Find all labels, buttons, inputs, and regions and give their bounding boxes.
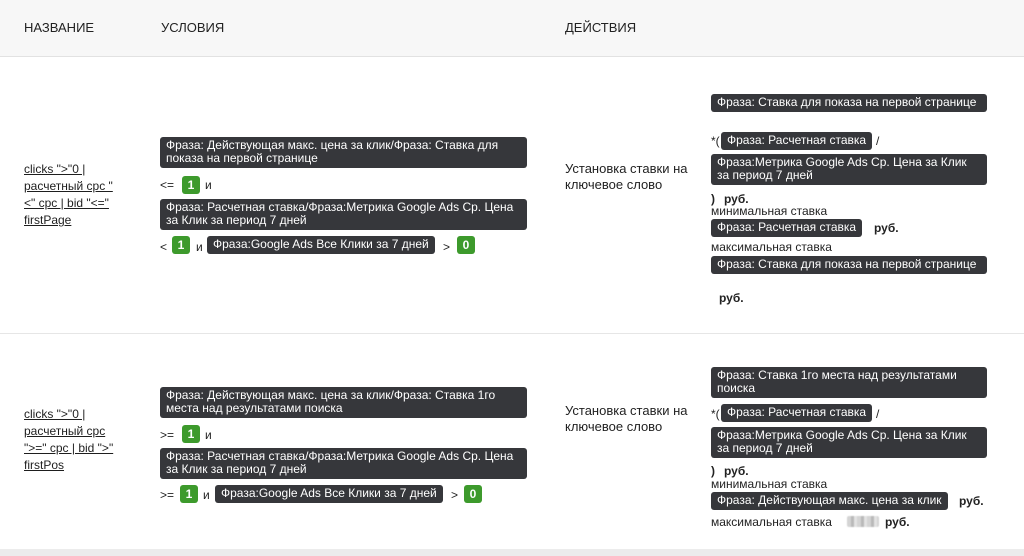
formula-base-chip: Фраза: Ставка для показа на первой стран…	[711, 94, 987, 112]
condition-and: и	[205, 178, 212, 192]
condition-metric-chip: Фраза:Google Ads Все Клики за 7 дней	[215, 485, 443, 503]
table-header: НАЗВАНИЕ УСЛОВИЯ ДЕЙСТВИЯ	[0, 0, 1024, 57]
condition-value: 1	[180, 485, 198, 503]
column-header-actions: ДЕЙСТВИЯ	[565, 20, 637, 35]
min-bid-chip: Фраза: Расчетная ставка	[711, 219, 863, 237]
formula-currency: руб.	[724, 464, 749, 478]
condition-value: 0	[464, 485, 482, 503]
condition-operator: <=	[160, 178, 175, 192]
condition-metric-chip: Фраза:Google Ads Все Клики за 7 дней	[207, 236, 435, 254]
condition-value: 1	[172, 236, 190, 254]
redacted-value	[847, 516, 879, 527]
formula-open: *(	[711, 134, 720, 148]
max-bid-label: максимальная ставка	[711, 240, 832, 254]
condition-value: 1	[182, 425, 200, 443]
rule-name-line: ">=" cpc | bid ">"	[24, 441, 114, 455]
action-label: Установка ставки на ключевое слово	[565, 161, 688, 192]
condition-metric-chip: Фраза: Действующая макс. цена за клик/Фр…	[160, 137, 527, 168]
formula-divisor-chip: Фраза:Метрика Google Ads Ср. Цена за Кли…	[711, 154, 987, 185]
rule-row: clicks ">"0 | расчетный cpc " <" cpc | b…	[0, 57, 1024, 334]
min-bid-chip: Фраза: Действующая макс. цена за клик	[711, 492, 948, 510]
condition-operator: >	[451, 488, 459, 502]
condition-metric-chip: Фраза: Расчетная ставка/Фраза:Метрика Go…	[160, 448, 527, 479]
condition-operator: >	[443, 240, 451, 254]
formula-divide: /	[876, 134, 880, 148]
rule-name-line: clicks ">"0 |	[24, 162, 86, 176]
condition-operator: >=	[160, 488, 175, 502]
condition-metric-chip: Фраза: Расчетная ставка/Фраза:Метрика Go…	[160, 199, 527, 230]
rule-name-line: расчетный cpc "	[24, 179, 113, 193]
formula-base-chip: Фраза: Ставка 1го места над результатами…	[711, 367, 987, 398]
condition-and: и	[196, 240, 203, 254]
max-bid-chip: Фраза: Ставка для показа на первой стран…	[711, 256, 987, 274]
condition-and: и	[203, 488, 210, 502]
rule-name-line: firstPage	[24, 213, 72, 227]
min-bid-currency: руб.	[959, 494, 984, 508]
formula-divisor-chip: Фраза:Метрика Google Ads Ср. Цена за Кли…	[711, 427, 987, 458]
action-label: Установка ставки на ключевое слово	[565, 403, 688, 434]
max-bid-label: максимальная ставка	[711, 515, 832, 529]
column-header-conditions: УСЛОВИЯ	[161, 20, 225, 35]
condition-and: и	[205, 428, 212, 442]
formula-factor-chip: Фраза: Расчетная ставка	[721, 132, 873, 150]
condition-metric-chip: Фраза: Действующая макс. цена за клик/Фр…	[160, 387, 527, 418]
condition-operator: >=	[160, 428, 175, 442]
max-bid-currency: руб.	[885, 515, 910, 529]
formula-close: )	[711, 464, 715, 478]
rule-name-line: <" cpc | bid "<="	[24, 196, 109, 210]
min-bid-label: минимальная ставка	[711, 477, 828, 491]
rule-row: clicks ">"0 | расчетный cpc ">=" cpc | b…	[0, 334, 1024, 549]
max-bid-currency: руб.	[719, 291, 744, 305]
rule-name-link[interactable]: clicks ">"0 | расчетный cpc ">=" cpc | b…	[24, 406, 113, 474]
formula-divide: /	[876, 407, 880, 421]
min-bid-currency: руб.	[874, 221, 899, 235]
condition-value: 0	[457, 236, 475, 254]
column-header-name: НАЗВАНИЕ	[24, 20, 95, 35]
rule-name-line: расчетный cpc	[24, 424, 106, 438]
rule-name-line: firstPos	[24, 458, 65, 472]
formula-open: *(	[711, 407, 720, 421]
condition-value: 1	[182, 176, 200, 194]
rule-name-line: clicks ">"0 |	[24, 407, 86, 421]
rule-name-link[interactable]: clicks ">"0 | расчетный cpc " <" cpc | b…	[24, 161, 113, 229]
formula-factor-chip: Фраза: Расчетная ставка	[721, 404, 873, 422]
min-bid-label: минимальная ставка	[711, 204, 828, 218]
condition-operator: <	[160, 240, 168, 254]
